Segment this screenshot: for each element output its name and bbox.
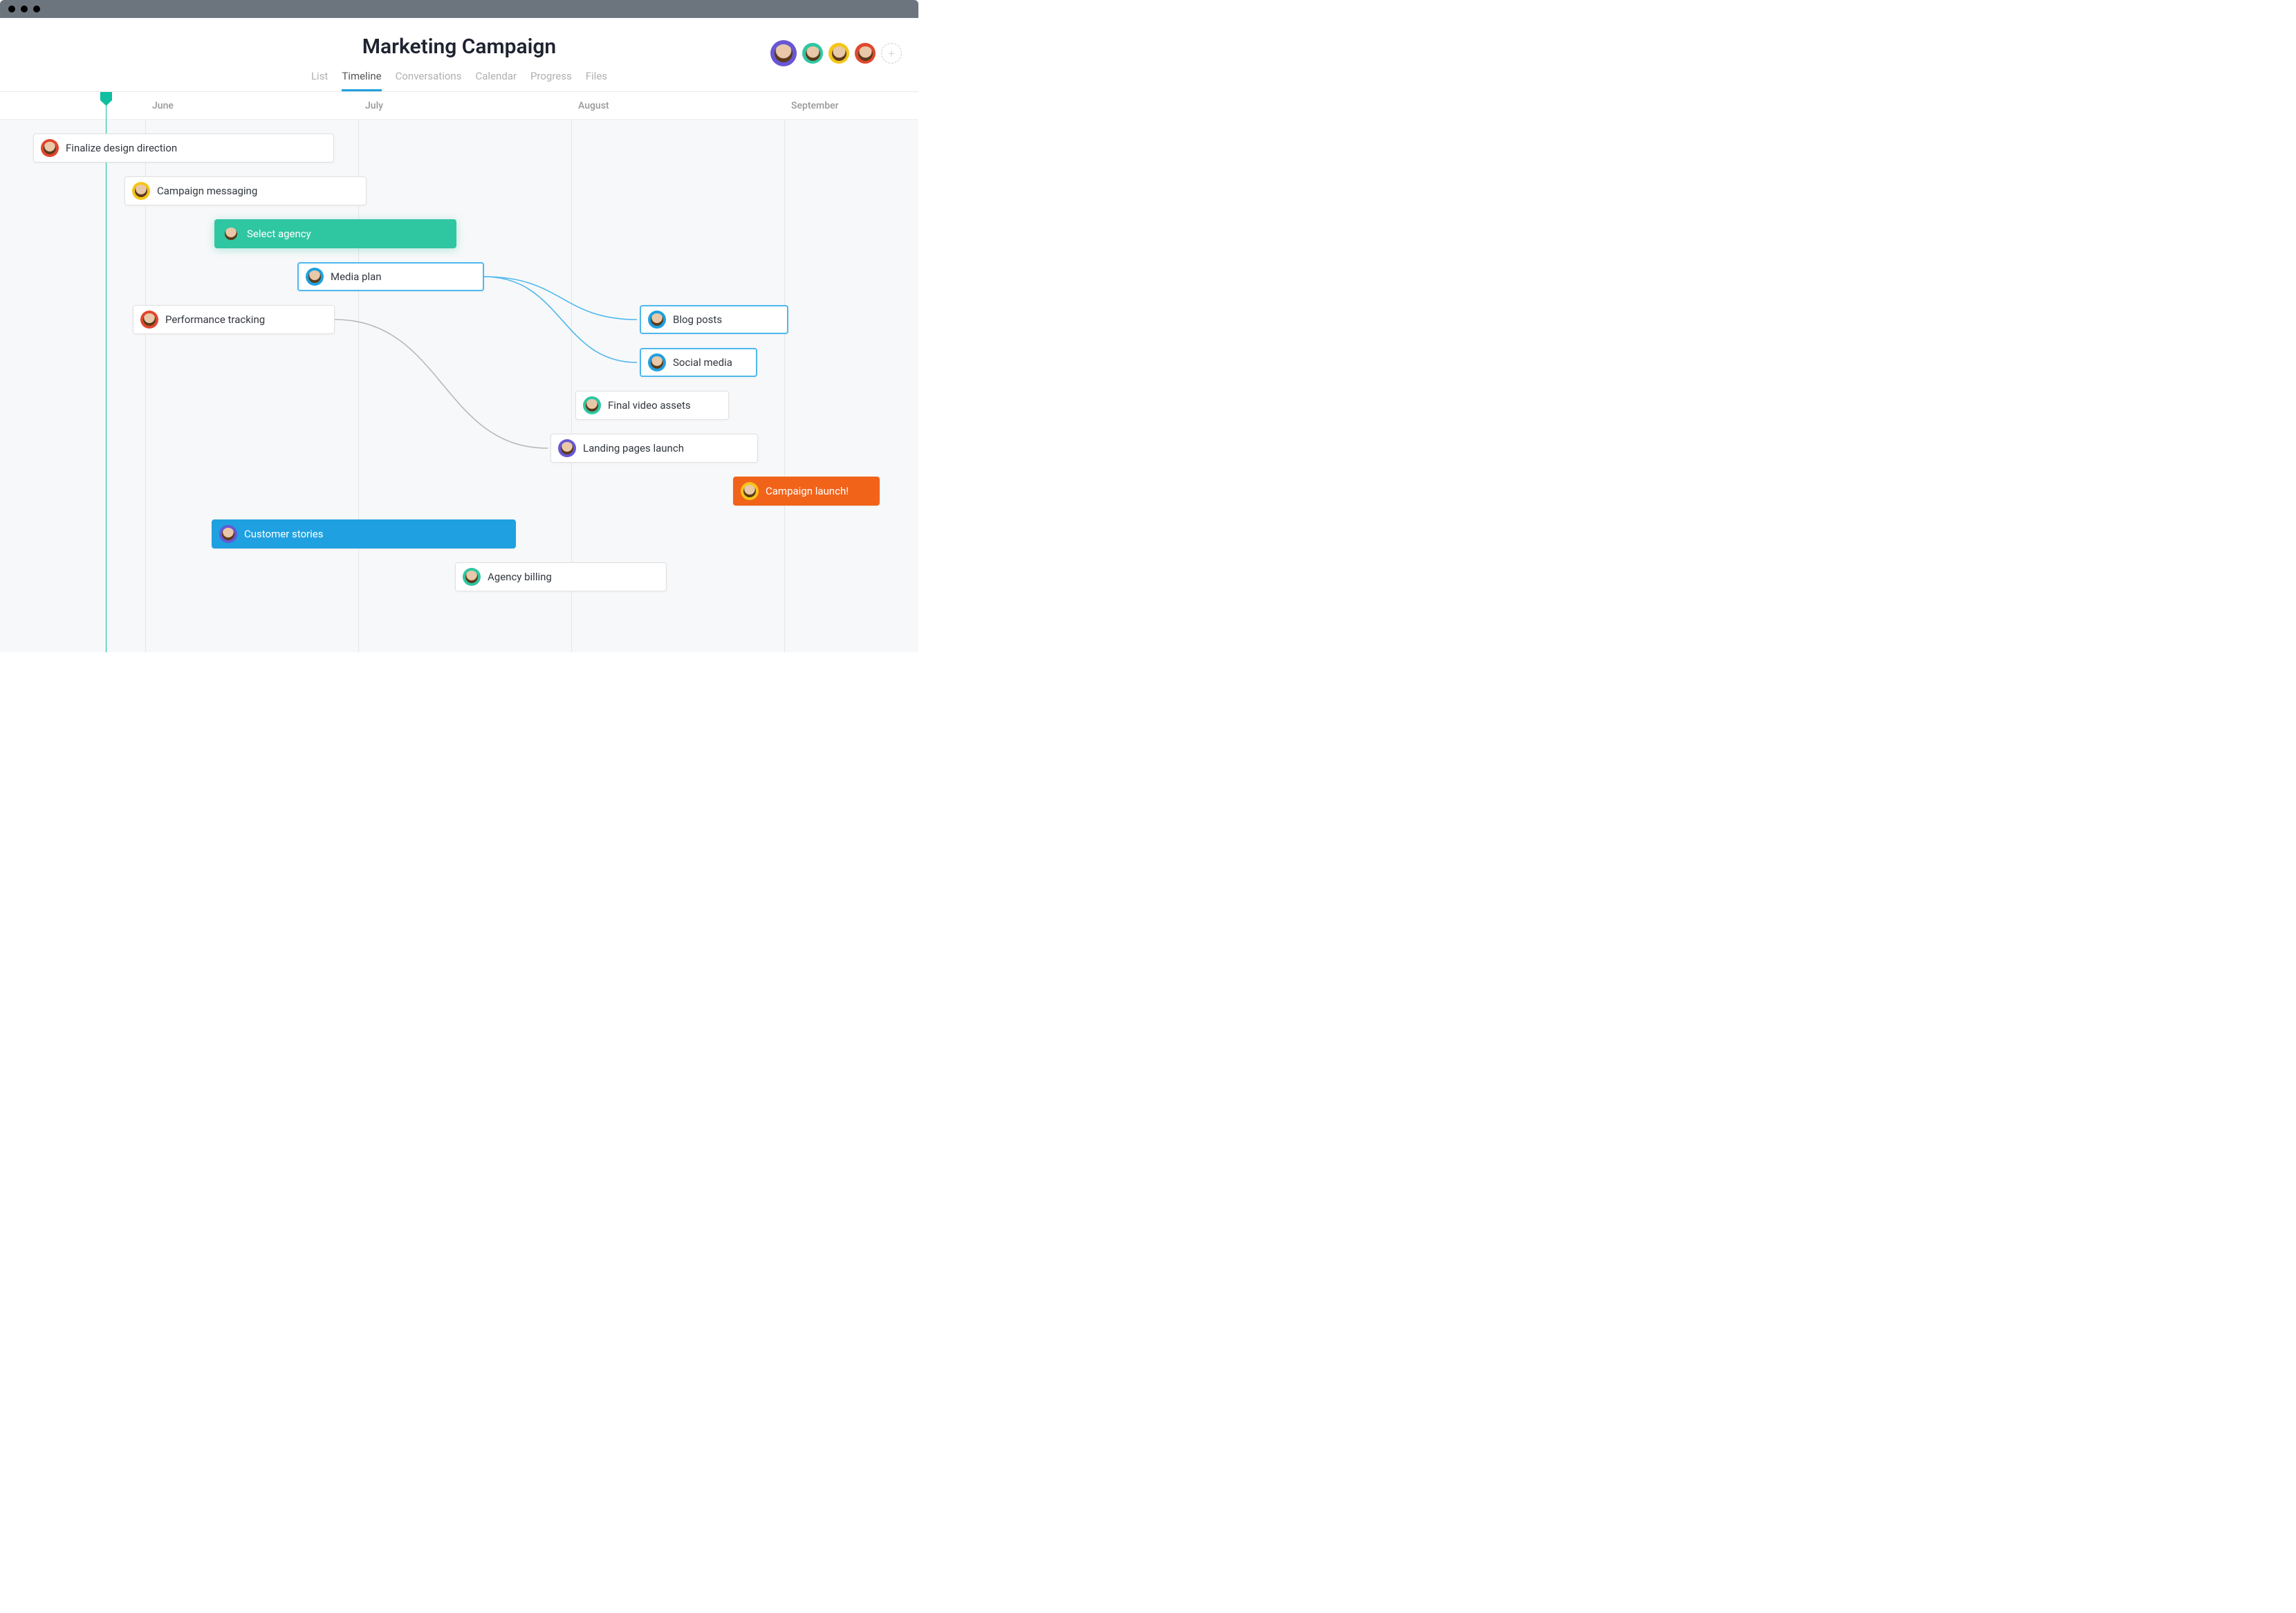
assignee-avatar (132, 182, 150, 200)
assignee-avatar (741, 482, 759, 500)
task-agency-billing[interactable]: Agency billing (455, 562, 667, 591)
month-grid-line (784, 120, 785, 652)
task-customer-stories[interactable]: Customer stories (212, 519, 516, 549)
page-title: Marketing Campaign (17, 35, 902, 59)
view-tabs: List Timeline Conversations Calendar Progres… (17, 70, 902, 91)
assignee-avatar (558, 439, 576, 457)
assignee-avatar (41, 139, 59, 157)
assignee-avatar (306, 268, 324, 286)
assignee-avatar (648, 353, 666, 371)
task-finalize-design[interactable]: Finalize design direction (33, 133, 334, 163)
assignee-avatar (463, 568, 481, 586)
task-label: Social media (673, 356, 732, 369)
task-blog-posts[interactable]: Blog posts (640, 305, 788, 334)
task-label: Performance tracking (165, 313, 265, 326)
task-label: Blog posts (673, 313, 722, 326)
month-label: July (365, 100, 383, 111)
tab-timeline[interactable]: Timeline (342, 70, 381, 91)
timeline-view: June July August September Finalize design … (0, 92, 918, 652)
window-control-minimize[interactable] (21, 6, 28, 12)
task-label: Select agency (247, 228, 311, 240)
team-avatar[interactable] (802, 43, 823, 64)
task-social-media[interactable]: Social media (640, 348, 757, 377)
assignee-avatar (648, 311, 666, 329)
tab-calendar[interactable]: Calendar (475, 70, 517, 91)
task-campaign-launch[interactable]: Campaign launch! (733, 477, 880, 506)
window-chrome (0, 0, 918, 18)
window-control-close[interactable] (8, 6, 15, 12)
task-label: Campaign launch! (766, 485, 849, 497)
add-member-button[interactable]: + (881, 43, 902, 64)
month-label: September (791, 100, 839, 111)
window-control-zoom[interactable] (33, 6, 40, 12)
tab-list[interactable]: List (311, 70, 328, 91)
assignee-avatar (583, 396, 601, 414)
timeline-month-header: June July August September (0, 92, 918, 120)
assignee-avatar (222, 225, 240, 243)
month-label: June (152, 100, 174, 111)
task-label: Media plan (331, 270, 382, 283)
task-final-video[interactable]: Final video assets (575, 391, 729, 420)
task-campaign-messaging[interactable]: Campaign messaging (124, 176, 367, 205)
team-avatar[interactable] (770, 40, 797, 66)
page-header: Marketing Campaign + List Timeline Convers… (0, 18, 918, 92)
tab-progress[interactable]: Progress (530, 70, 572, 91)
task-landing-pages[interactable]: Landing pages launch (550, 434, 758, 463)
task-media-plan[interactable]: Media plan (297, 262, 484, 291)
task-label: Final video assets (608, 399, 691, 412)
task-label: Customer stories (244, 528, 324, 540)
today-marker (106, 92, 107, 652)
team-avatar[interactable] (855, 43, 876, 64)
month-label: August (578, 100, 609, 111)
team-avatar[interactable] (828, 43, 849, 64)
task-select-agency[interactable]: Select agency (214, 219, 456, 248)
task-label: Agency billing (488, 571, 552, 583)
task-label: Landing pages launch (583, 442, 684, 454)
tab-conversations[interactable]: Conversations (396, 70, 462, 91)
assignee-avatar (219, 525, 237, 543)
task-performance-tracking[interactable]: Performance tracking (133, 305, 335, 334)
task-label: Finalize design direction (66, 142, 177, 154)
task-label: Campaign messaging (157, 185, 257, 197)
assignee-avatar (140, 311, 158, 329)
team-avatars: + (770, 40, 902, 66)
tab-files[interactable]: Files (586, 70, 607, 91)
